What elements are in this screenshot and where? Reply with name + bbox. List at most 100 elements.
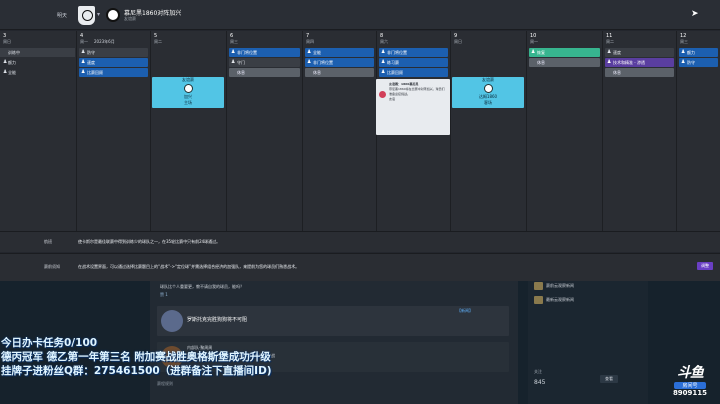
rest-session[interactable]: 休息 — [305, 68, 374, 77]
player-icon: ♟ — [81, 59, 86, 65]
club-crest-icon[interactable] — [78, 6, 95, 25]
adjust-button[interactable]: 调整 — [697, 262, 713, 270]
sidebar-item-label: 全能 — [8, 70, 16, 75]
chevron-down-icon[interactable]: ▾ — [97, 11, 100, 18]
calendar-day[interactable]: 12 周三 ♟ 额力 ♟ 防守 — [676, 31, 720, 231]
training-session[interactable]: ♟ 防守 — [79, 48, 148, 57]
board-info-panel: 航班 使卡斯尔是最佳联赛中得到训练少的球队之一，在35轮比赛中只有前24球通过。 — [0, 231, 720, 252]
day-weekday: 周三 — [680, 39, 688, 44]
like-count[interactable]: 赞 1 — [160, 292, 168, 298]
training-session[interactable]: ♟ 速度 — [605, 48, 674, 57]
match-venue: 主场 — [184, 100, 192, 105]
training-session[interactable]: ♟ 非门将位置 — [229, 48, 300, 57]
back-button[interactable]: 明天 — [57, 12, 67, 19]
right-sidebar-item[interactable]: 最新云观察新闻 — [534, 295, 574, 305]
board-info-label: 航班 — [44, 239, 52, 244]
training-session[interactable]: ♟ 比赛回顾 — [79, 68, 148, 77]
pre-match-label: 赛前须知 — [44, 264, 60, 269]
training-label: 防守 — [87, 50, 95, 55]
training-label: 非门将位置 — [313, 60, 333, 65]
training-label: 守门 — [237, 60, 245, 65]
calendar-day[interactable]: 4 周一 2023年6月 ♟ 防守 ♟ 速度 ♟ 比赛回顾 — [76, 31, 150, 231]
player-icon: ♟ — [307, 49, 312, 55]
sidebar-item-training[interactable]: 训练中 — [0, 48, 75, 57]
player-icon: ♟ — [607, 59, 612, 65]
calendar-day[interactable]: 6 周三 ♟ 非门将位置 ♟ 守门 休息 — [226, 31, 302, 231]
training-calendar: 3 周日 训练中 ♟ 额力 ♟ 全能 4 周一 2023年6月 ♟ 防守 ♟ 速度 ♟… — [0, 31, 720, 231]
training-label: 比赛回顾 — [387, 70, 403, 75]
training-session[interactable]: ♟ 非门将位置 — [305, 58, 374, 67]
training-session[interactable]: ♟ 技术和精准 - 渗透 — [605, 58, 674, 67]
right-sidebar-item[interactable]: 赛前云观察新闻 — [534, 281, 574, 291]
training-session[interactable]: ♟ 非门将位置 — [379, 48, 448, 57]
follow-label: 关注 — [534, 369, 542, 374]
training-session[interactable]: ♟ 额力 — [679, 48, 718, 57]
player-icon: ♟ — [231, 49, 236, 55]
calendar-day[interactable]: 7 周四 ♟ 全能 ♟ 非门将位置 休息 — [302, 31, 376, 231]
training-label: 技术和精准 - 渗透 — [613, 60, 645, 65]
training-label: 休息 — [537, 60, 545, 65]
inbox-row-tag: 【新闻】 — [457, 308, 473, 313]
day-weekday: 周一 — [80, 39, 88, 44]
platform-logo: 斗鱼 房间号 8909115 — [668, 362, 712, 397]
inbox-background: 球队比个人重要更，教不请自我的球员，能吗？ 赞 1 罗斯托克完胜狗狗将不可阻 【… — [0, 281, 720, 404]
training-session[interactable]: ♟ 防守 — [679, 58, 718, 67]
view-button[interactable]: 查看 — [600, 375, 618, 383]
rest-session[interactable]: 休息 — [605, 68, 674, 77]
day-month: 2023年6月 — [94, 39, 115, 44]
room-label: 房间号 — [674, 382, 706, 389]
page-subtitle: 友谊赛 — [124, 16, 136, 21]
rest-session[interactable]: 休息 — [229, 68, 300, 77]
inbox-row[interactable]: 罗斯托克完胜狗狗将不可阻 【新闻】 — [157, 306, 509, 336]
sidebar-item-stamina[interactable]: ♟ 额力 — [0, 58, 75, 67]
training-session[interactable]: ♟ 比赛回顾 — [379, 68, 448, 77]
training-session[interactable]: ♟ 恢复 — [529, 48, 600, 57]
training-label: 速度 — [87, 60, 95, 65]
training-label: 比赛回顾 — [87, 70, 103, 75]
day-weekday: 周二 — [154, 39, 162, 44]
news-thumbnail-icon — [161, 310, 183, 332]
day-weekday: 周四 — [306, 39, 314, 44]
feed-footer: 赛程规则 — [157, 381, 173, 386]
training-session[interactable]: ♟ 守门 — [229, 58, 300, 67]
player-icon: ♟ — [81, 69, 86, 75]
player-icon: ♟ — [681, 49, 686, 55]
player-icon: ♟ — [81, 49, 86, 55]
player-icon: ♟ — [381, 49, 386, 55]
calendar-day[interactable]: 11 周二 ♟ 速度 ♟ 技术和精准 - 渗透 休息 — [602, 31, 676, 231]
calendar-day[interactable]: 9 周日 — [450, 31, 526, 231]
inbox-row-title: 罗斯托克完胜狗狗将不可阻 — [187, 317, 248, 323]
header-bar: 明天 ▾ 慕尼黑1860对阵加兴 友谊赛 ➤ — [0, 0, 720, 30]
news-tag: 友谊 — [389, 97, 396, 101]
match-icon — [106, 8, 120, 22]
follow-count: 845 — [534, 379, 546, 386]
rest-session[interactable]: 休息 — [529, 58, 600, 67]
douyu-logo-icon: 斗鱼 — [677, 365, 704, 381]
match-label: 友谊赛 — [482, 77, 494, 82]
day-weekday: 周日 — [3, 39, 11, 44]
training-session[interactable]: ♟ 速度 — [79, 58, 148, 67]
opponent-crest-icon — [183, 84, 193, 93]
training-label: 练习赛 — [387, 60, 399, 65]
training-label: 全能 — [313, 50, 321, 55]
training-session[interactable]: ♟ 练习赛 — [379, 58, 448, 67]
player-icon: ♟ — [3, 69, 8, 75]
overlay-record-line: 德丙冠军 德乙第一年第三名 附加赛战胜奥格斯堡成功升级 — [1, 351, 271, 363]
player-icon: ♟ — [231, 59, 236, 65]
day-weekday: 周二 — [606, 39, 614, 44]
day-weekday: 周一 — [530, 39, 538, 44]
calendar-day[interactable]: 10 周一 ♟ 恢复 休息 — [526, 31, 602, 231]
player-icon: ♟ — [3, 59, 8, 65]
training-label: 额力 — [687, 50, 695, 55]
training-session[interactable]: ♟ 全能 — [305, 48, 374, 57]
sidebar-item-overall[interactable]: ♟ 全能 — [0, 68, 75, 77]
calendar-day-today: 3 周日 训练中 ♟ 额力 ♟ 全能 — [0, 31, 75, 231]
player-icon: ♟ — [307, 59, 312, 65]
calendar-day[interactable]: 5 周二 — [150, 31, 226, 231]
match-card[interactable]: 友谊赛 加兴 主场 — [152, 77, 224, 108]
news-body: 慕尼黑1860将在比赛中对阵加兴，球员们准备迎接挑战。 — [389, 87, 445, 96]
match-card[interactable]: 友谊赛 达姆1860 客场 — [452, 77, 524, 108]
news-card[interactable]: 友谊赛：1860慕尼黑 慕尼黑1860将在比赛中对阵加兴，球员们准备迎接挑战。 … — [376, 79, 450, 135]
cursor-icon: ➤ — [691, 9, 699, 19]
opponent-crest-icon — [483, 84, 493, 93]
